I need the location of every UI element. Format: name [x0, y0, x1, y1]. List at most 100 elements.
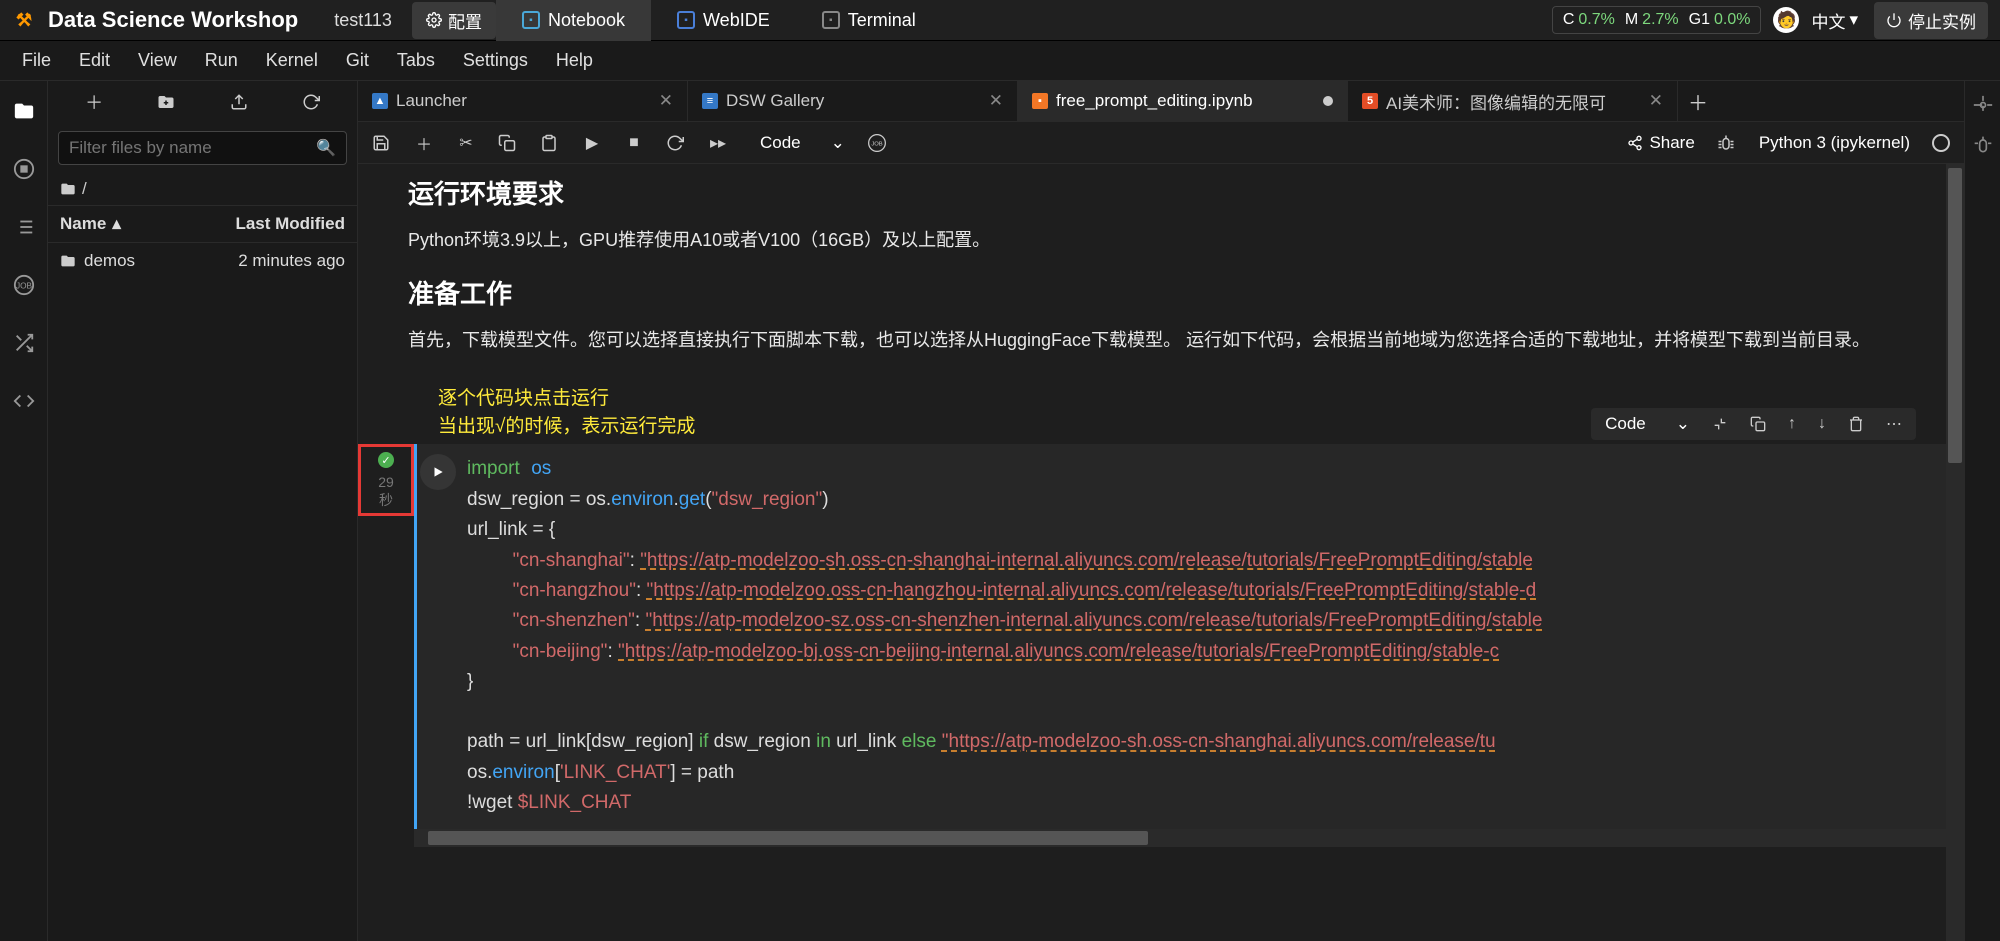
- collapse-icon[interactable]: [1712, 416, 1728, 432]
- kernel-status-icon: [1932, 134, 1950, 152]
- duplicate-icon[interactable]: [1750, 416, 1766, 432]
- top-tab-webide[interactable]: ▪ WebIDE: [651, 0, 796, 41]
- cell-type-dropdown[interactable]: Code⌄: [1605, 414, 1690, 434]
- menu-tabs[interactable]: Tabs: [383, 50, 449, 71]
- stop-icon[interactable]: ■: [624, 134, 644, 152]
- tab-notebook-file[interactable]: ▪ free_prompt_editing.ipynb: [1018, 81, 1348, 121]
- new-launcher-icon[interactable]: ＋: [85, 89, 103, 115]
- horizontal-scrollbar[interactable]: [414, 829, 1946, 847]
- fast-forward-icon[interactable]: ▸▸: [708, 133, 728, 153]
- breadcrumb[interactable]: /: [48, 173, 357, 205]
- save-icon[interactable]: [372, 134, 392, 152]
- folder-icon: [60, 253, 76, 269]
- property-gear-icon[interactable]: [1973, 95, 1993, 115]
- resource-stats: C 0.7% M 2.7% G1 0.0%: [1552, 6, 1762, 34]
- menu-run[interactable]: Run: [191, 50, 252, 71]
- paste-icon[interactable]: [540, 134, 560, 152]
- activity-shuffle[interactable]: [12, 331, 36, 355]
- cut-icon[interactable]: ✂: [456, 133, 476, 153]
- tab-launcher[interactable]: ▲ Launcher ✕: [358, 81, 688, 121]
- sort-asc-icon: ▴: [112, 214, 121, 234]
- svg-text:JOB: JOB: [871, 141, 882, 147]
- success-check-icon: ✓: [378, 452, 394, 468]
- cell-gutter: ✓ 29 秒: [358, 444, 414, 510]
- top-bar: ⚒ Data Science Workshop test113 配置 ▪ Not…: [0, 0, 2000, 41]
- add-cell-icon[interactable]: ＋: [414, 131, 434, 155]
- menu-edit[interactable]: Edit: [65, 50, 124, 71]
- dirty-indicator-icon: [1323, 96, 1333, 106]
- debug-icon[interactable]: [1717, 134, 1737, 152]
- notebook-body[interactable]: 运行环境要求 Python环境3.9以上，GPU推荐使用A10或者V100（16…: [358, 164, 1946, 941]
- tab-html-file[interactable]: 5 AI美术师：图像编辑的无限可 ✕: [1348, 81, 1678, 121]
- menu-file[interactable]: File: [8, 50, 65, 71]
- menu-view[interactable]: View: [124, 50, 191, 71]
- file-filter[interactable]: 🔍: [58, 131, 347, 165]
- upload-icon[interactable]: [230, 93, 248, 111]
- scrollbar-thumb[interactable]: [428, 831, 1148, 845]
- document-tabs: ▲ Launcher ✕ ≡ DSW Gallery ✕ ▪ free_prom…: [358, 81, 1964, 122]
- col-modified[interactable]: Last Modified: [235, 214, 345, 234]
- scrollbar-thumb[interactable]: [1948, 168, 1962, 463]
- content-area: ▲ Launcher ✕ ≡ DSW Gallery ✕ ▪ free_prom…: [358, 81, 1964, 941]
- play-icon: [431, 465, 445, 479]
- close-icon[interactable]: ✕: [659, 91, 673, 111]
- close-icon[interactable]: ✕: [1649, 91, 1663, 111]
- webide-icon: ▪: [677, 11, 695, 29]
- move-up-icon[interactable]: ↑: [1788, 415, 1796, 433]
- col-name[interactable]: Name: [60, 214, 106, 234]
- file-filter-input[interactable]: [69, 138, 316, 158]
- heading: 准备工作: [408, 274, 1896, 311]
- close-icon[interactable]: ✕: [989, 91, 1003, 111]
- debug-panel-icon[interactable]: [1973, 135, 1993, 155]
- terminal-icon: ▪: [822, 11, 840, 29]
- language-selector[interactable]: 中文 ▾: [1811, 8, 1858, 33]
- right-sidebar: [1964, 81, 2000, 941]
- tab-gallery[interactable]: ≡ DSW Gallery ✕: [688, 81, 1018, 121]
- top-tab-terminal[interactable]: ▪ Terminal: [796, 0, 942, 41]
- stop-instance-button[interactable]: 停止实例: [1874, 2, 1988, 39]
- job-icon[interactable]: JOB: [867, 133, 887, 153]
- activity-toc[interactable]: [12, 215, 36, 239]
- menu-git[interactable]: Git: [332, 50, 383, 71]
- kernel-name[interactable]: Python 3 (ipykernel): [1759, 133, 1910, 153]
- new-folder-icon[interactable]: [157, 93, 175, 111]
- gallery-icon: ≡: [702, 93, 718, 109]
- move-down-icon[interactable]: ↓: [1818, 415, 1826, 433]
- file-row[interactable]: demos 2 minutes ago: [48, 243, 357, 279]
- restart-icon[interactable]: [666, 134, 686, 152]
- share-icon: [1627, 135, 1643, 151]
- menu-help[interactable]: Help: [542, 50, 607, 71]
- activity-bar: JOB: [0, 81, 48, 941]
- run-icon[interactable]: ▶: [582, 133, 602, 153]
- vertical-scrollbar[interactable]: [1946, 164, 1964, 941]
- activity-code[interactable]: [12, 389, 36, 413]
- gear-icon: [426, 12, 442, 28]
- code-editor[interactable]: import os dsw_region = os.environ.get("d…: [414, 444, 1946, 828]
- menu-bar: File Edit View Run Kernel Git Tabs Setti…: [0, 41, 2000, 81]
- file-browser-toolbar: ＋: [48, 81, 357, 123]
- add-tab-button[interactable]: ＋: [1678, 81, 1718, 121]
- activity-files[interactable]: [12, 99, 36, 123]
- file-list-header: Name ▴ Last Modified: [48, 205, 357, 243]
- cell-type-selector[interactable]: Code⌄: [760, 133, 845, 153]
- heading: 运行环境要求: [408, 174, 1896, 211]
- logo-icon: ⚒: [12, 8, 36, 32]
- code-cell[interactable]: Code⌄ ↑ ↓ ⋯ ✓ 29 秒: [358, 444, 1946, 846]
- chevron-down-icon: ⌄: [831, 133, 845, 153]
- copy-icon[interactable]: [498, 134, 518, 152]
- config-button[interactable]: 配置: [412, 2, 496, 39]
- more-icon[interactable]: ⋯: [1886, 414, 1902, 434]
- instance-name: test113: [322, 10, 404, 31]
- activity-jobs[interactable]: JOB: [12, 273, 36, 297]
- refresh-icon[interactable]: [302, 93, 320, 111]
- menu-settings[interactable]: Settings: [449, 50, 542, 71]
- activity-running[interactable]: [12, 157, 36, 181]
- top-tab-notebook[interactable]: ▪ Notebook: [496, 0, 651, 41]
- menu-kernel[interactable]: Kernel: [252, 50, 332, 71]
- svg-text:JOB: JOB: [15, 282, 32, 291]
- chevron-down-icon: ▾: [1849, 10, 1858, 30]
- folder-icon: [60, 181, 76, 197]
- share-button[interactable]: Share: [1627, 133, 1694, 153]
- delete-icon[interactable]: [1848, 416, 1864, 432]
- avatar[interactable]: 🧑: [1773, 7, 1799, 33]
